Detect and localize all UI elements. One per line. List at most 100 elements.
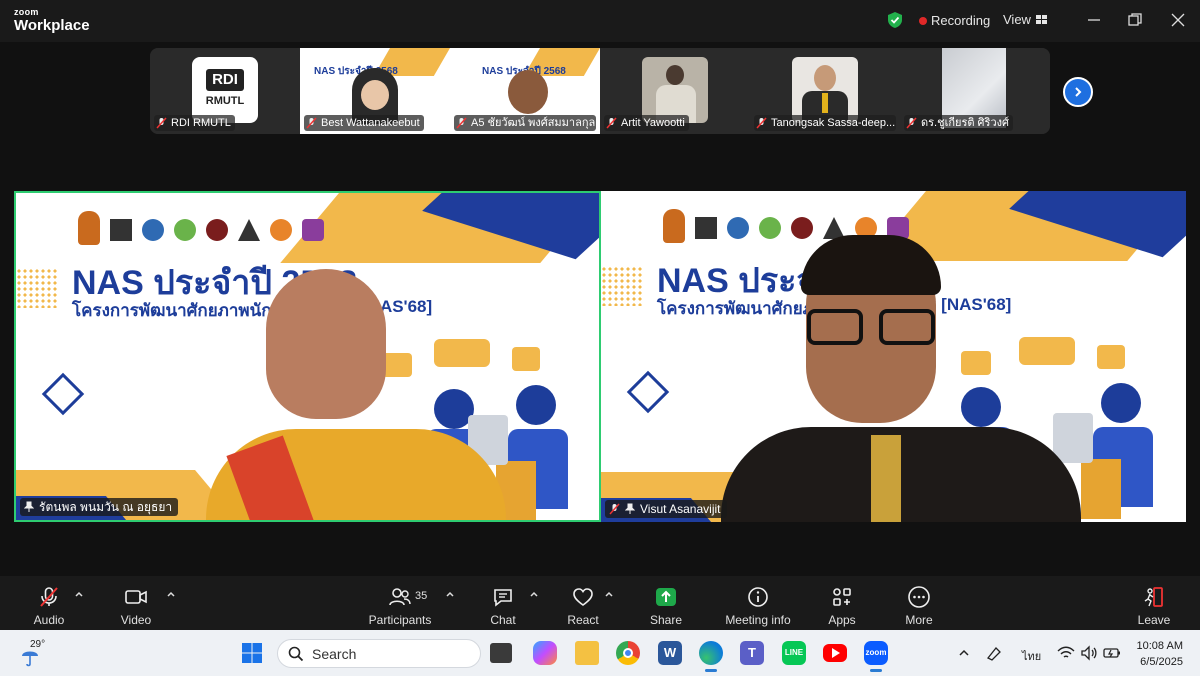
- word-icon[interactable]: W: [658, 641, 682, 665]
- thumbnail-rdi-rmutl[interactable]: RDI RMUTL RDI RMUTL: [150, 48, 300, 134]
- share-button[interactable]: Share: [648, 576, 684, 630]
- meeting-info-label: Meeting info: [725, 613, 791, 627]
- view-label: View: [1003, 12, 1031, 27]
- participant-name: Visut Asanavijit: [640, 502, 721, 516]
- teams-icon[interactable]: T: [740, 641, 764, 665]
- clock-time: 10:08 AM: [1136, 640, 1183, 652]
- close-icon[interactable]: [1168, 10, 1188, 30]
- thumbnail-artit-yawootti[interactable]: Artit Yawootti: [600, 48, 750, 134]
- minimize-icon[interactable]: [1084, 10, 1104, 30]
- mic-muted-icon: [906, 117, 917, 129]
- edge-icon[interactable]: [699, 641, 723, 672]
- more-button[interactable]: More: [902, 576, 936, 630]
- thumbnail-tanongsak[interactable]: Tanongsak Sassa-deep...: [750, 48, 900, 134]
- battery-icon[interactable]: [1103, 646, 1121, 660]
- chevron-right-icon: [1075, 87, 1082, 97]
- recording-dot-icon: [919, 17, 927, 25]
- video-options-caret-icon[interactable]: [166, 590, 176, 598]
- react-options-caret-icon[interactable]: [604, 590, 614, 598]
- mic-muted-icon: [609, 503, 620, 515]
- taskbar-search-box[interactable]: Search: [277, 639, 481, 668]
- more-label: More: [905, 613, 933, 627]
- system-clock[interactable]: 10:08 AM 6/5/2025: [1128, 638, 1183, 670]
- thumbnail-name-tag: Tanongsak Sassa-deep...: [754, 115, 896, 131]
- zoom-app-icon[interactable]: zoom: [864, 641, 888, 672]
- line-app-icon[interactable]: LINE: [782, 641, 806, 665]
- windows-logo-icon: [242, 643, 262, 663]
- meeting-info-button[interactable]: Meeting info: [722, 576, 794, 630]
- apps-label: Apps: [828, 613, 856, 627]
- thumbnail-name: A5 ชัยวัฒน์ พงศ์สมมาลกุล: [471, 117, 596, 129]
- clock-date: 6/5/2025: [1140, 656, 1183, 668]
- thumbnail-best-wattanakeebut[interactable]: NAS ประจำปี 2568 Best Wattanakeebut: [300, 48, 450, 134]
- participant-video: [792, 57, 858, 123]
- mic-muted-icon: [456, 117, 467, 129]
- youtube-icon[interactable]: [823, 644, 847, 662]
- pen-touch-icon[interactable]: [985, 644, 1005, 662]
- restore-icon[interactable]: [1125, 10, 1145, 30]
- video-label: Video: [120, 613, 152, 627]
- participants-button[interactable]: Participants: [368, 576, 432, 630]
- video-tile-active-speaker[interactable]: NAS ประจำปี 2568 โครงการพัฒนาศักยภาพนักว…: [14, 191, 601, 522]
- volume-icon[interactable]: [1080, 645, 1098, 661]
- chat-button[interactable]: Chat: [486, 576, 520, 630]
- microphone-muted-icon: [40, 587, 58, 607]
- thumbnail-dr-chukiat[interactable]: ดร.ชูเกียรติ ศิริวงศ์: [900, 48, 1050, 134]
- react-button[interactable]: React: [566, 576, 600, 630]
- participant-video: [508, 70, 548, 114]
- audio-button[interactable]: Audio: [30, 576, 68, 630]
- wifi-icon[interactable]: [1057, 646, 1075, 660]
- mic-muted-icon: [306, 117, 317, 129]
- thumbnail-a5[interactable]: NAS ประจำปี 2568 A5 ชัยวัฒน์ พงศ์สมมาลกุ…: [450, 48, 600, 134]
- windows-start-button[interactable]: [240, 641, 264, 665]
- thumbnail-name: ดร.ชูเกียรติ ศิริวงศ์: [921, 117, 1009, 129]
- participants-options-caret-icon[interactable]: [445, 590, 455, 598]
- recording-label[interactable]: Recording: [931, 13, 990, 28]
- apps-button[interactable]: Apps: [826, 576, 858, 630]
- pin-icon: [24, 501, 34, 512]
- apps-icon: [833, 588, 851, 606]
- info-icon: [748, 587, 768, 607]
- mic-muted-icon: [756, 117, 767, 129]
- file-explorer-icon[interactable]: [575, 641, 599, 665]
- rmutl-logo-text: RMUTL: [205, 95, 245, 107]
- logo-small-text: zoom: [14, 7, 39, 17]
- share-screen-icon: [656, 588, 676, 606]
- chrome-icon[interactable]: [616, 641, 640, 665]
- logo-big-text: Workplace: [14, 17, 90, 34]
- video-button[interactable]: Video: [118, 576, 154, 630]
- participants-icon: [389, 588, 411, 606]
- thumbnail-name-tag: ดร.ชูเกียรติ ศิริวงศ์: [904, 115, 1013, 131]
- sponsor-logos: [78, 211, 324, 245]
- thumbnail-name-tag: RDI RMUTL: [154, 115, 235, 131]
- shield-check-icon[interactable]: [886, 11, 904, 29]
- leave-button[interactable]: Leave: [1136, 576, 1172, 630]
- view-button[interactable]: View: [1003, 12, 1047, 27]
- thumbnail-name: Artit Yawootti: [621, 117, 685, 129]
- grid-view-icon: [1035, 15, 1047, 24]
- show-hidden-icons-chevron-icon[interactable]: [958, 648, 970, 658]
- more-options-icon: [908, 586, 930, 608]
- chat-label: Chat: [490, 613, 516, 627]
- active-speaker-name: รัตนพล พนมวัน ณ อยุธยา: [39, 500, 173, 514]
- next-page-button[interactable]: [1063, 77, 1093, 107]
- rmutl-logo: RDI RMUTL: [192, 57, 258, 123]
- input-language[interactable]: ไทย: [1022, 647, 1041, 665]
- windows-taskbar: 29° Search W T LINE zoom ไทย 10:08 AM 6/…: [0, 630, 1200, 676]
- slide-subtitle: โครงการพัฒนาศักยภา: [657, 299, 824, 318]
- audio-label: Audio: [33, 613, 65, 627]
- task-view-icon[interactable]: [490, 643, 512, 663]
- camera-icon: [125, 590, 147, 604]
- temperature: 29°: [30, 639, 46, 650]
- react-label: React: [567, 613, 599, 627]
- title-bar: zoom Workplace Recording View: [0, 0, 1200, 42]
- copilot-icon[interactable]: [533, 641, 557, 665]
- thumbnail-name-tag: A5 ชัยวัฒน์ พงศ์สมมาลกุล: [454, 115, 596, 131]
- video-tile-visut[interactable]: NAS ประจำ โครงการพัฒนาศักยภา 8 [NAS'68] …: [601, 191, 1186, 522]
- participant-thumbnail-strip: RDI RMUTL RDI RMUTL NAS ประจำปี 2568 Bes…: [150, 48, 1050, 134]
- search-icon: [288, 646, 304, 661]
- participants-label: Participants: [368, 613, 432, 627]
- audio-options-caret-icon[interactable]: [74, 590, 84, 598]
- chat-icon: [494, 589, 512, 607]
- chat-options-caret-icon[interactable]: [529, 590, 539, 598]
